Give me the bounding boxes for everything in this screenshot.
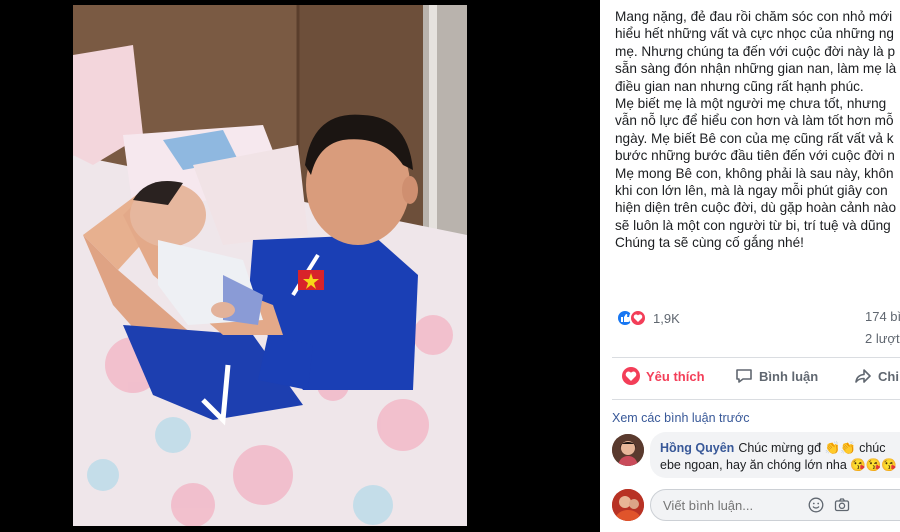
photo-illustration [73, 5, 467, 526]
post-side-panel: Mang nặng, đẻ đau rồi chăm sóc con nhỏ m… [600, 0, 900, 532]
comment-composer [612, 487, 900, 523]
shares-count[interactable]: 2 lượt [865, 331, 900, 346]
comment-bubble: Hồng Quyên Chúc mừng gđ 👏👏 chúc ebe ngoan… [650, 432, 900, 478]
share-button-label: Chi [878, 368, 899, 384]
post-photo[interactable] [73, 5, 467, 526]
reactions-count: 1,9K [653, 310, 680, 326]
comment-button[interactable]: Bình luận [735, 367, 818, 385]
avatar [612, 489, 644, 521]
comment-item: Hồng Quyên Chúc mừng gđ 👏👏 chúc ebe ngoan… [612, 432, 900, 480]
divider [612, 399, 900, 400]
caption-line: Mẹ biết mẹ là một người mẹ chưa tốt, như… [615, 96, 887, 112]
heart-icon [629, 309, 647, 327]
comment-button-label: Bình luận [759, 368, 819, 384]
composer-tools [808, 497, 850, 513]
avatar[interactable] [612, 434, 644, 466]
caption-line: Mang nặng, đẻ đau rồi chăm sóc con nhỏ m… [615, 9, 893, 24]
comments-count[interactable]: 174 bì [865, 309, 900, 324]
caption-line: khi con lớn lên, mà là ngay mỗi phút giâ… [615, 183, 888, 199]
divider [612, 357, 900, 358]
caption-line: sẵn sàng đón nhận những gian nan, làm mẹ… [615, 61, 897, 77]
caption-line: hiện diện trên cuộc đời, dù gặp hoàn cản… [615, 200, 897, 216]
smiley-icon[interactable] [808, 497, 824, 513]
love-button[interactable]: Yêu thích [622, 367, 705, 385]
caption-line: vẫn nỗ lực để hiểu con hơn và làm tốt hơ… [615, 113, 894, 129]
caption-line: mẹ. Nhưng chúng ta đến với cuộc đời này … [615, 43, 896, 59]
comment-text: Chúc mừng gđ 👏👏 chúc [738, 441, 886, 455]
caption-line: ngày. Mẹ biết Bê con của mẹ cũng rất vất… [615, 130, 894, 146]
caption-line: hiểu hết những vất và cực nhọc của những… [615, 26, 894, 42]
caption-line: Chúng ta sẽ cùng cố gắng nhé! [615, 235, 804, 251]
comment-input[interactable] [650, 489, 900, 521]
camera-icon[interactable] [834, 497, 850, 513]
caption-line: điều gian nan nhưng cũng rất hạnh phúc. [615, 78, 864, 94]
heart-icon [622, 367, 640, 385]
share-button[interactable]: Chi [854, 367, 899, 385]
speech-bubble-icon [736, 369, 752, 383]
comment-author[interactable]: Hồng Quyên [660, 441, 734, 455]
share-arrow-icon [855, 369, 871, 383]
comment-text: ebe ngoan, hay ăn chóng lớn nha 😘😘😘 [660, 458, 897, 472]
caption-line: Mẹ mong Bê con, không phải là sau này, k… [615, 165, 894, 181]
view-previous-comments-link[interactable]: Xem các bình luận trước [612, 411, 749, 425]
post-caption: Mang nặng, đẻ đau rồi chăm sóc con nhỏ m… [615, 8, 900, 252]
love-button-label: Yêu thích [646, 368, 705, 384]
caption-line: sẽ luôn là một con người từ bi, trí tuệ … [615, 217, 891, 233]
reactions-summary[interactable]: 1,9K [616, 307, 680, 329]
action-bar: Yêu thích Bình luận Chi [600, 362, 900, 396]
caption-line: bước những bước đầu tiên đến với cuộc đờ… [615, 148, 895, 164]
photo-viewer [0, 0, 600, 532]
